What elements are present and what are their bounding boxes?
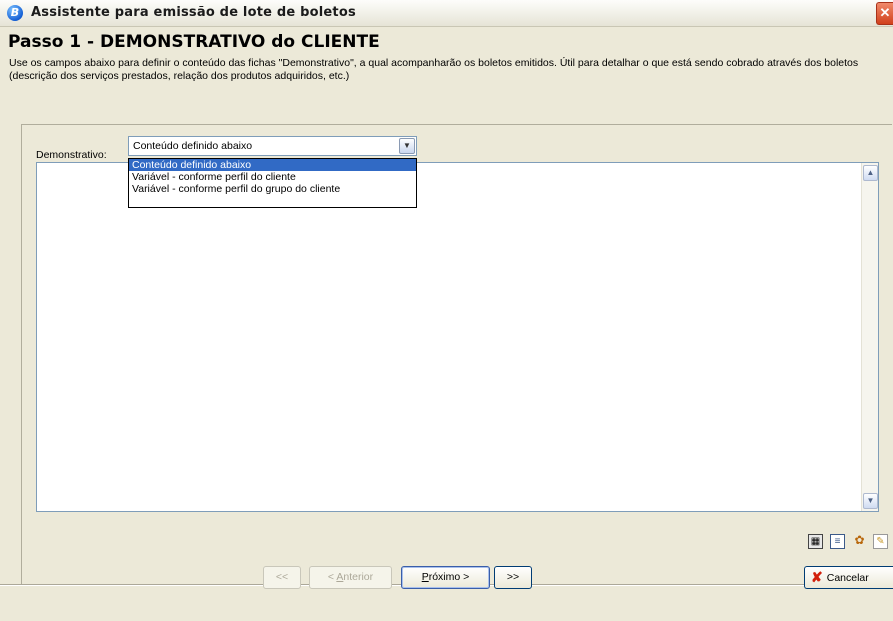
next-label: róximo >: [428, 571, 470, 583]
first-button[interactable]: <<: [263, 566, 301, 589]
cancel-button[interactable]: ✘ Cancelar: [804, 566, 893, 589]
last-button[interactable]: >>: [494, 566, 532, 589]
scroll-up-icon[interactable]: ▲: [863, 165, 878, 181]
demonstrativo-label: Demonstrativo:: [36, 149, 107, 161]
table-icon[interactable]: ▦: [808, 534, 823, 549]
demonstrativo-dropdown-list: Conteúdo definido abaixo Variável - conf…: [128, 158, 417, 208]
dropdown-option[interactable]: Variável - conforme perfil do cliente: [129, 171, 416, 183]
page-icon[interactable]: ✎: [873, 534, 888, 549]
close-icon: ✕: [879, 5, 891, 20]
title-bar: B Assistente para emissão de lote de bol…: [0, 0, 893, 27]
document-icon[interactable]: ≡: [830, 534, 845, 549]
window-title: Assistente para emissão de lote de bolet…: [31, 5, 356, 20]
demonstrativo-editor[interactable]: ▲ ▼: [36, 162, 879, 512]
close-button[interactable]: ✕: [876, 2, 893, 25]
step-description: Use os campos abaixo para definir o cont…: [9, 57, 859, 82]
demonstrativo-selected-value: Conteúdo definido abaixo: [133, 140, 253, 152]
cancel-icon: ✘: [811, 569, 823, 585]
dropdown-option[interactable]: Conteúdo definido abaixo: [129, 159, 416, 171]
chevron-down-icon[interactable]: ▼: [399, 138, 415, 154]
cancel-label: Cancelar: [826, 572, 869, 584]
previous-button[interactable]: < Anterior: [309, 566, 392, 589]
scroll-down-icon[interactable]: ▼: [863, 493, 878, 509]
previous-label: nterior: [343, 571, 374, 583]
palette-icon[interactable]: ✿: [852, 534, 867, 549]
editor-scrollbar[interactable]: ▲ ▼: [861, 163, 878, 511]
step-title: Passo 1 - DEMONSTRATIVO do CLIENTE: [8, 32, 380, 52]
next-button[interactable]: Próximo >: [401, 566, 490, 589]
app-logo-icon: B: [7, 5, 23, 21]
demonstrativo-select[interactable]: Conteúdo definido abaixo ▼: [128, 136, 417, 156]
dropdown-option[interactable]: Variável - conforme perfil do grupo do c…: [129, 183, 416, 195]
next-accel: P: [421, 571, 429, 583]
